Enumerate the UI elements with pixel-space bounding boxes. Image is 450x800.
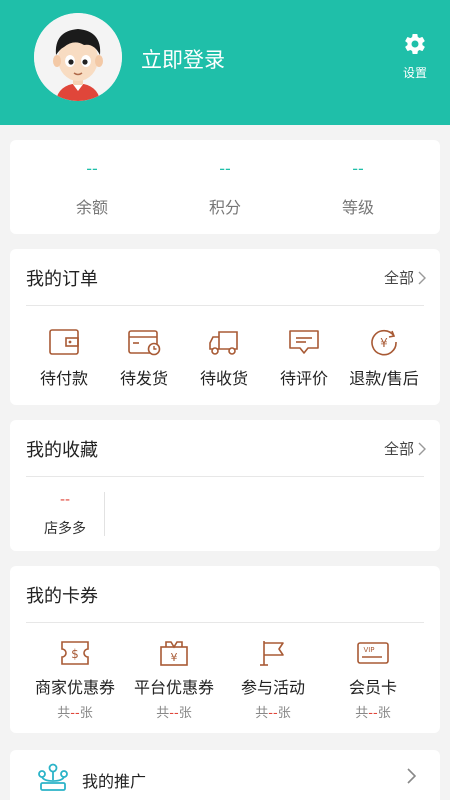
level-label: 等级 bbox=[341, 198, 374, 217]
points-stat[interactable]: -- 积分 bbox=[165, 158, 285, 218]
favorites-divider bbox=[26, 476, 424, 477]
membership-cards-label: 会员卡 bbox=[348, 678, 397, 697]
flag-icon bbox=[260, 641, 284, 666]
favorites-view-all-label: 全部 bbox=[383, 440, 414, 458]
my-orders-card: 我的订单 全部 待付款 待发货 待收货 待评价 ¥ 退款/售后 bbox=[10, 249, 440, 405]
my-cards-card: 我的卡券 $ 商家优惠券 共--张 ¥ 平台优惠券 共--张 参与活动 共--张… bbox=[10, 566, 440, 733]
profile-header: 立即登录 设置 bbox=[0, 0, 450, 125]
settings-button[interactable]: 设置 bbox=[390, 32, 440, 81]
merchant-coupons-count: 共--张 bbox=[57, 706, 93, 721]
login-link[interactable]: 立即登录 bbox=[141, 44, 225, 74]
cards-title: 我的卡券 bbox=[26, 586, 98, 607]
favorites-view-all-link[interactable]: 全部 bbox=[384, 438, 426, 459]
points-label: 积分 bbox=[208, 198, 241, 217]
level-stat[interactable]: -- 等级 bbox=[298, 158, 418, 218]
chevron-right-icon bbox=[418, 442, 426, 455]
cards-divider bbox=[26, 622, 424, 623]
platform-coupons-label: 平台优惠券 bbox=[133, 678, 214, 697]
membership-cards-count: 共--张 bbox=[355, 706, 391, 721]
orders-view-all-label: 全部 bbox=[383, 269, 414, 287]
platform-coupons[interactable]: ¥ 平台优惠券 共--张 bbox=[124, 638, 224, 721]
favorites-separator bbox=[104, 492, 105, 536]
svg-text:¥: ¥ bbox=[380, 336, 388, 350]
favorite-shops[interactable]: -- 店多多 bbox=[26, 492, 104, 538]
truck-icon bbox=[209, 331, 238, 355]
my-favorites-card: 我的收藏 全部 -- 店多多 bbox=[10, 420, 440, 551]
order-pending-receipt-label: 待收货 bbox=[199, 369, 248, 388]
favorite-shops-count: -- bbox=[59, 492, 71, 508]
points-value: -- bbox=[219, 159, 231, 178]
svg-text:VIP: VIP bbox=[363, 646, 374, 654]
balance-stat[interactable]: -- 余额 bbox=[32, 158, 152, 218]
order-pending-shipment-label: 待发货 bbox=[119, 369, 168, 388]
order-refund-aftersales[interactable]: ¥ 退款/售后 bbox=[344, 327, 424, 389]
yuan-box-icon: ¥ bbox=[160, 641, 188, 666]
wallet-icon bbox=[49, 329, 79, 355]
order-pending-shipment[interactable]: 待发货 bbox=[104, 327, 184, 389]
joined-activities-label: 参与活动 bbox=[240, 678, 305, 697]
avatar[interactable] bbox=[34, 13, 122, 101]
chevron-right-icon bbox=[407, 768, 416, 784]
comment-icon bbox=[289, 330, 319, 354]
card-clock-icon bbox=[128, 330, 161, 356]
my-promotion-row[interactable]: 我的推广 bbox=[10, 750, 440, 800]
order-pending-payment[interactable]: 待付款 bbox=[24, 327, 104, 389]
svg-text:$: $ bbox=[71, 647, 79, 661]
dollar-ticket-icon: $ bbox=[61, 641, 89, 665]
balance-value: -- bbox=[86, 159, 98, 178]
order-pending-payment-label: 待付款 bbox=[39, 369, 88, 388]
platform-coupons-count: 共--张 bbox=[156, 706, 192, 721]
favorites-title: 我的收藏 bbox=[26, 440, 98, 461]
orders-divider bbox=[26, 305, 424, 306]
refund-icon: ¥ bbox=[371, 329, 397, 356]
joined-activities-count: 共--张 bbox=[255, 706, 291, 721]
orders-view-all-link[interactable]: 全部 bbox=[384, 267, 426, 288]
network-icon bbox=[38, 763, 68, 791]
order-refund-aftersales-label: 退款/售后 bbox=[349, 369, 419, 388]
order-pending-review[interactable]: 待评价 bbox=[264, 327, 344, 389]
order-pending-receipt[interactable]: 待收货 bbox=[184, 327, 264, 389]
svg-text:¥: ¥ bbox=[171, 651, 178, 664]
gear-icon bbox=[405, 33, 425, 55]
my-promotion-label: 我的推广 bbox=[82, 772, 147, 791]
orders-title: 我的订单 bbox=[26, 269, 98, 290]
membership-cards[interactable]: VIP 会员卡 共--张 bbox=[323, 638, 423, 721]
favorite-shops-label: 店多多 bbox=[44, 521, 86, 537]
order-pending-review-label: 待评价 bbox=[279, 369, 328, 388]
settings-label: 设置 bbox=[402, 66, 427, 80]
merchant-coupons-label: 商家优惠券 bbox=[34, 678, 115, 697]
merchant-coupons[interactable]: $ 商家优惠券 共--张 bbox=[25, 638, 125, 721]
chevron-right-icon bbox=[418, 271, 426, 284]
vip-card-icon: VIP bbox=[357, 642, 389, 664]
level-value: -- bbox=[352, 159, 364, 178]
account-stats-card: -- 余额 -- 积分 -- 等级 bbox=[10, 140, 440, 234]
balance-label: 余额 bbox=[75, 198, 108, 217]
joined-activities[interactable]: 参与活动 共--张 bbox=[223, 638, 323, 721]
